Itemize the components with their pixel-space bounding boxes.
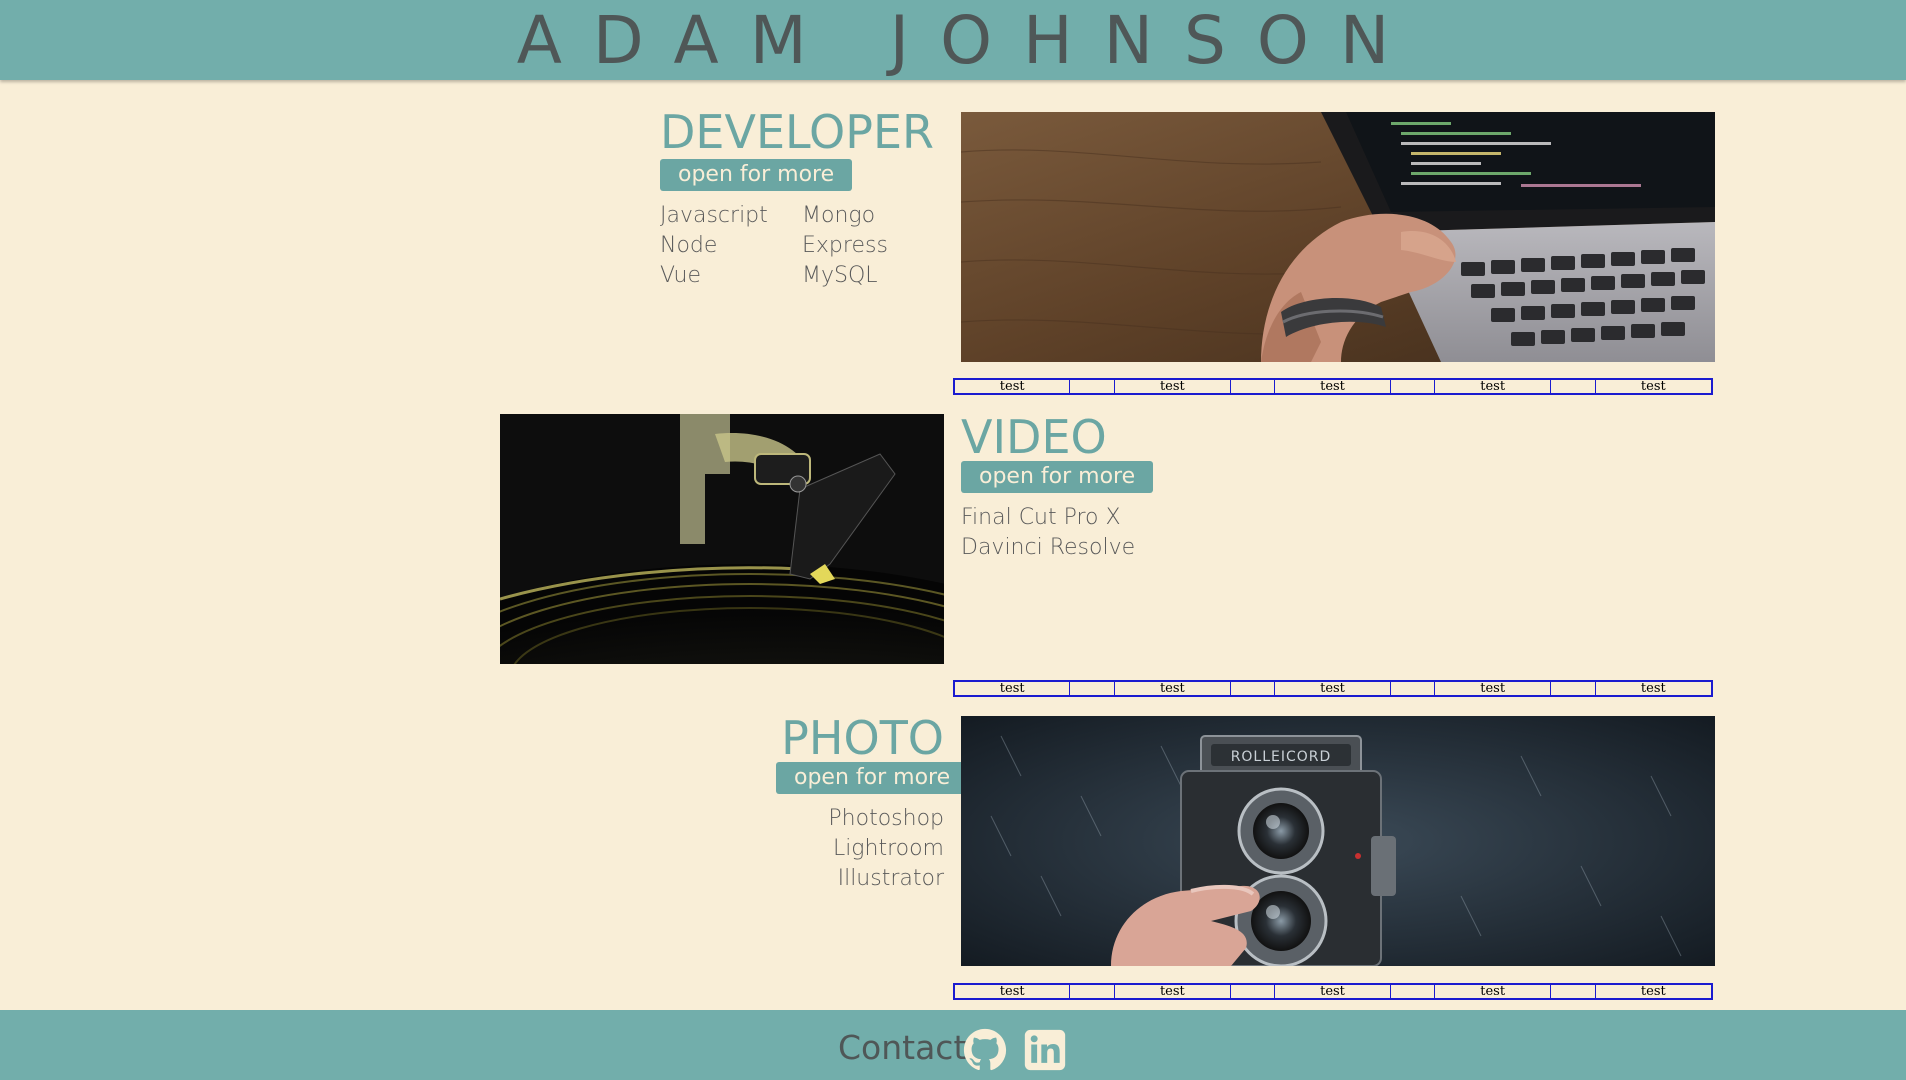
test-cell: test: [1640, 379, 1666, 394]
skill-item: Lightroom: [832, 836, 944, 861]
test-cell: [1070, 380, 1116, 393]
skills-list-photo: Photoshop Lightroom Illustrator: [780, 804, 944, 894]
test-cell: test: [1275, 985, 1391, 999]
test-cell: [1391, 682, 1436, 695]
rolleicord-camera-image: ROLLEICORD: [961, 716, 1715, 966]
open-for-more-button-video[interactable]: open for more: [961, 461, 1154, 493]
skill-item: Javascript: [660, 203, 768, 228]
open-for-more-button-photo[interactable]: open for more: [776, 762, 969, 794]
skills-list-developer-col2: Mongo Express MySQL: [802, 201, 888, 291]
skill-item: Photoshop: [828, 806, 944, 831]
skill-item: Vue: [660, 263, 702, 288]
section-title-developer: DEVELOPER: [660, 105, 934, 159]
test-cell: test: [955, 380, 1071, 394]
test-cell: test: [1275, 682, 1391, 696]
section-title-photo: PHOTO: [781, 711, 944, 765]
skills-list-developer-col1: Javascript Node Vue: [660, 201, 768, 291]
laptop-coding-photo: [961, 112, 1715, 362]
test-cell: test: [1115, 682, 1231, 696]
site-title: ADAM JOHNSON: [516, 2, 1421, 79]
skill-item: Node: [660, 233, 718, 258]
skill-item: Mongo: [802, 203, 876, 228]
contact-label: Contact: [838, 1028, 967, 1067]
test-cell: [1391, 985, 1436, 998]
test-cell: [1231, 380, 1276, 393]
linkedin-icon[interactable]: [1023, 1028, 1067, 1072]
test-cell: test: [955, 985, 1071, 999]
open-for-more-button-developer[interactable]: open for more: [660, 159, 853, 191]
test-cell: test: [1640, 681, 1666, 696]
skill-item: Illustrator: [837, 866, 944, 891]
test-cell: [1070, 682, 1116, 695]
test-cell: test: [1115, 380, 1231, 394]
section-title-video: VIDEO: [961, 410, 1107, 464]
laptop-coding-image: [961, 112, 1715, 362]
test-cell: test: [1640, 984, 1666, 999]
skill-item: Final Cut Pro X: [961, 505, 1121, 530]
test-bar-1: test test test test test: [953, 378, 1713, 395]
test-cell: [1231, 985, 1276, 998]
test-cell: [1551, 985, 1596, 998]
turntable-image: [500, 414, 944, 664]
github-icon[interactable]: [963, 1028, 1007, 1072]
test-cell: test: [1435, 985, 1551, 999]
test-cell: test: [1115, 985, 1231, 999]
svg-text:ROLLEICORD: ROLLEICORD: [1231, 749, 1332, 765]
skill-item: Express: [802, 233, 888, 258]
test-cell: test: [955, 682, 1071, 696]
skills-list-video: Final Cut Pro X Davinci Resolve: [961, 503, 1135, 563]
test-cell: [1391, 380, 1436, 393]
test-bar-2: test test test test test: [953, 680, 1713, 697]
rolleicord-camera-photo: ROLLEICORD: [961, 716, 1715, 966]
test-cell: test: [1435, 380, 1551, 394]
site-footer: Contact: [0, 1010, 1906, 1080]
test-cell: test: [1275, 380, 1391, 394]
turntable-photo: [500, 414, 944, 664]
test-cell: [1551, 682, 1596, 695]
test-cell: [1551, 380, 1596, 393]
test-bar-3: test test test test test: [953, 983, 1713, 1000]
test-cell: [1231, 682, 1276, 695]
site-header: ADAM JOHNSON: [0, 0, 1906, 80]
test-cell: test: [1435, 682, 1551, 696]
skill-item: MySQL: [802, 263, 878, 288]
test-cell: [1070, 985, 1116, 998]
skill-item: Davinci Resolve: [961, 535, 1136, 560]
